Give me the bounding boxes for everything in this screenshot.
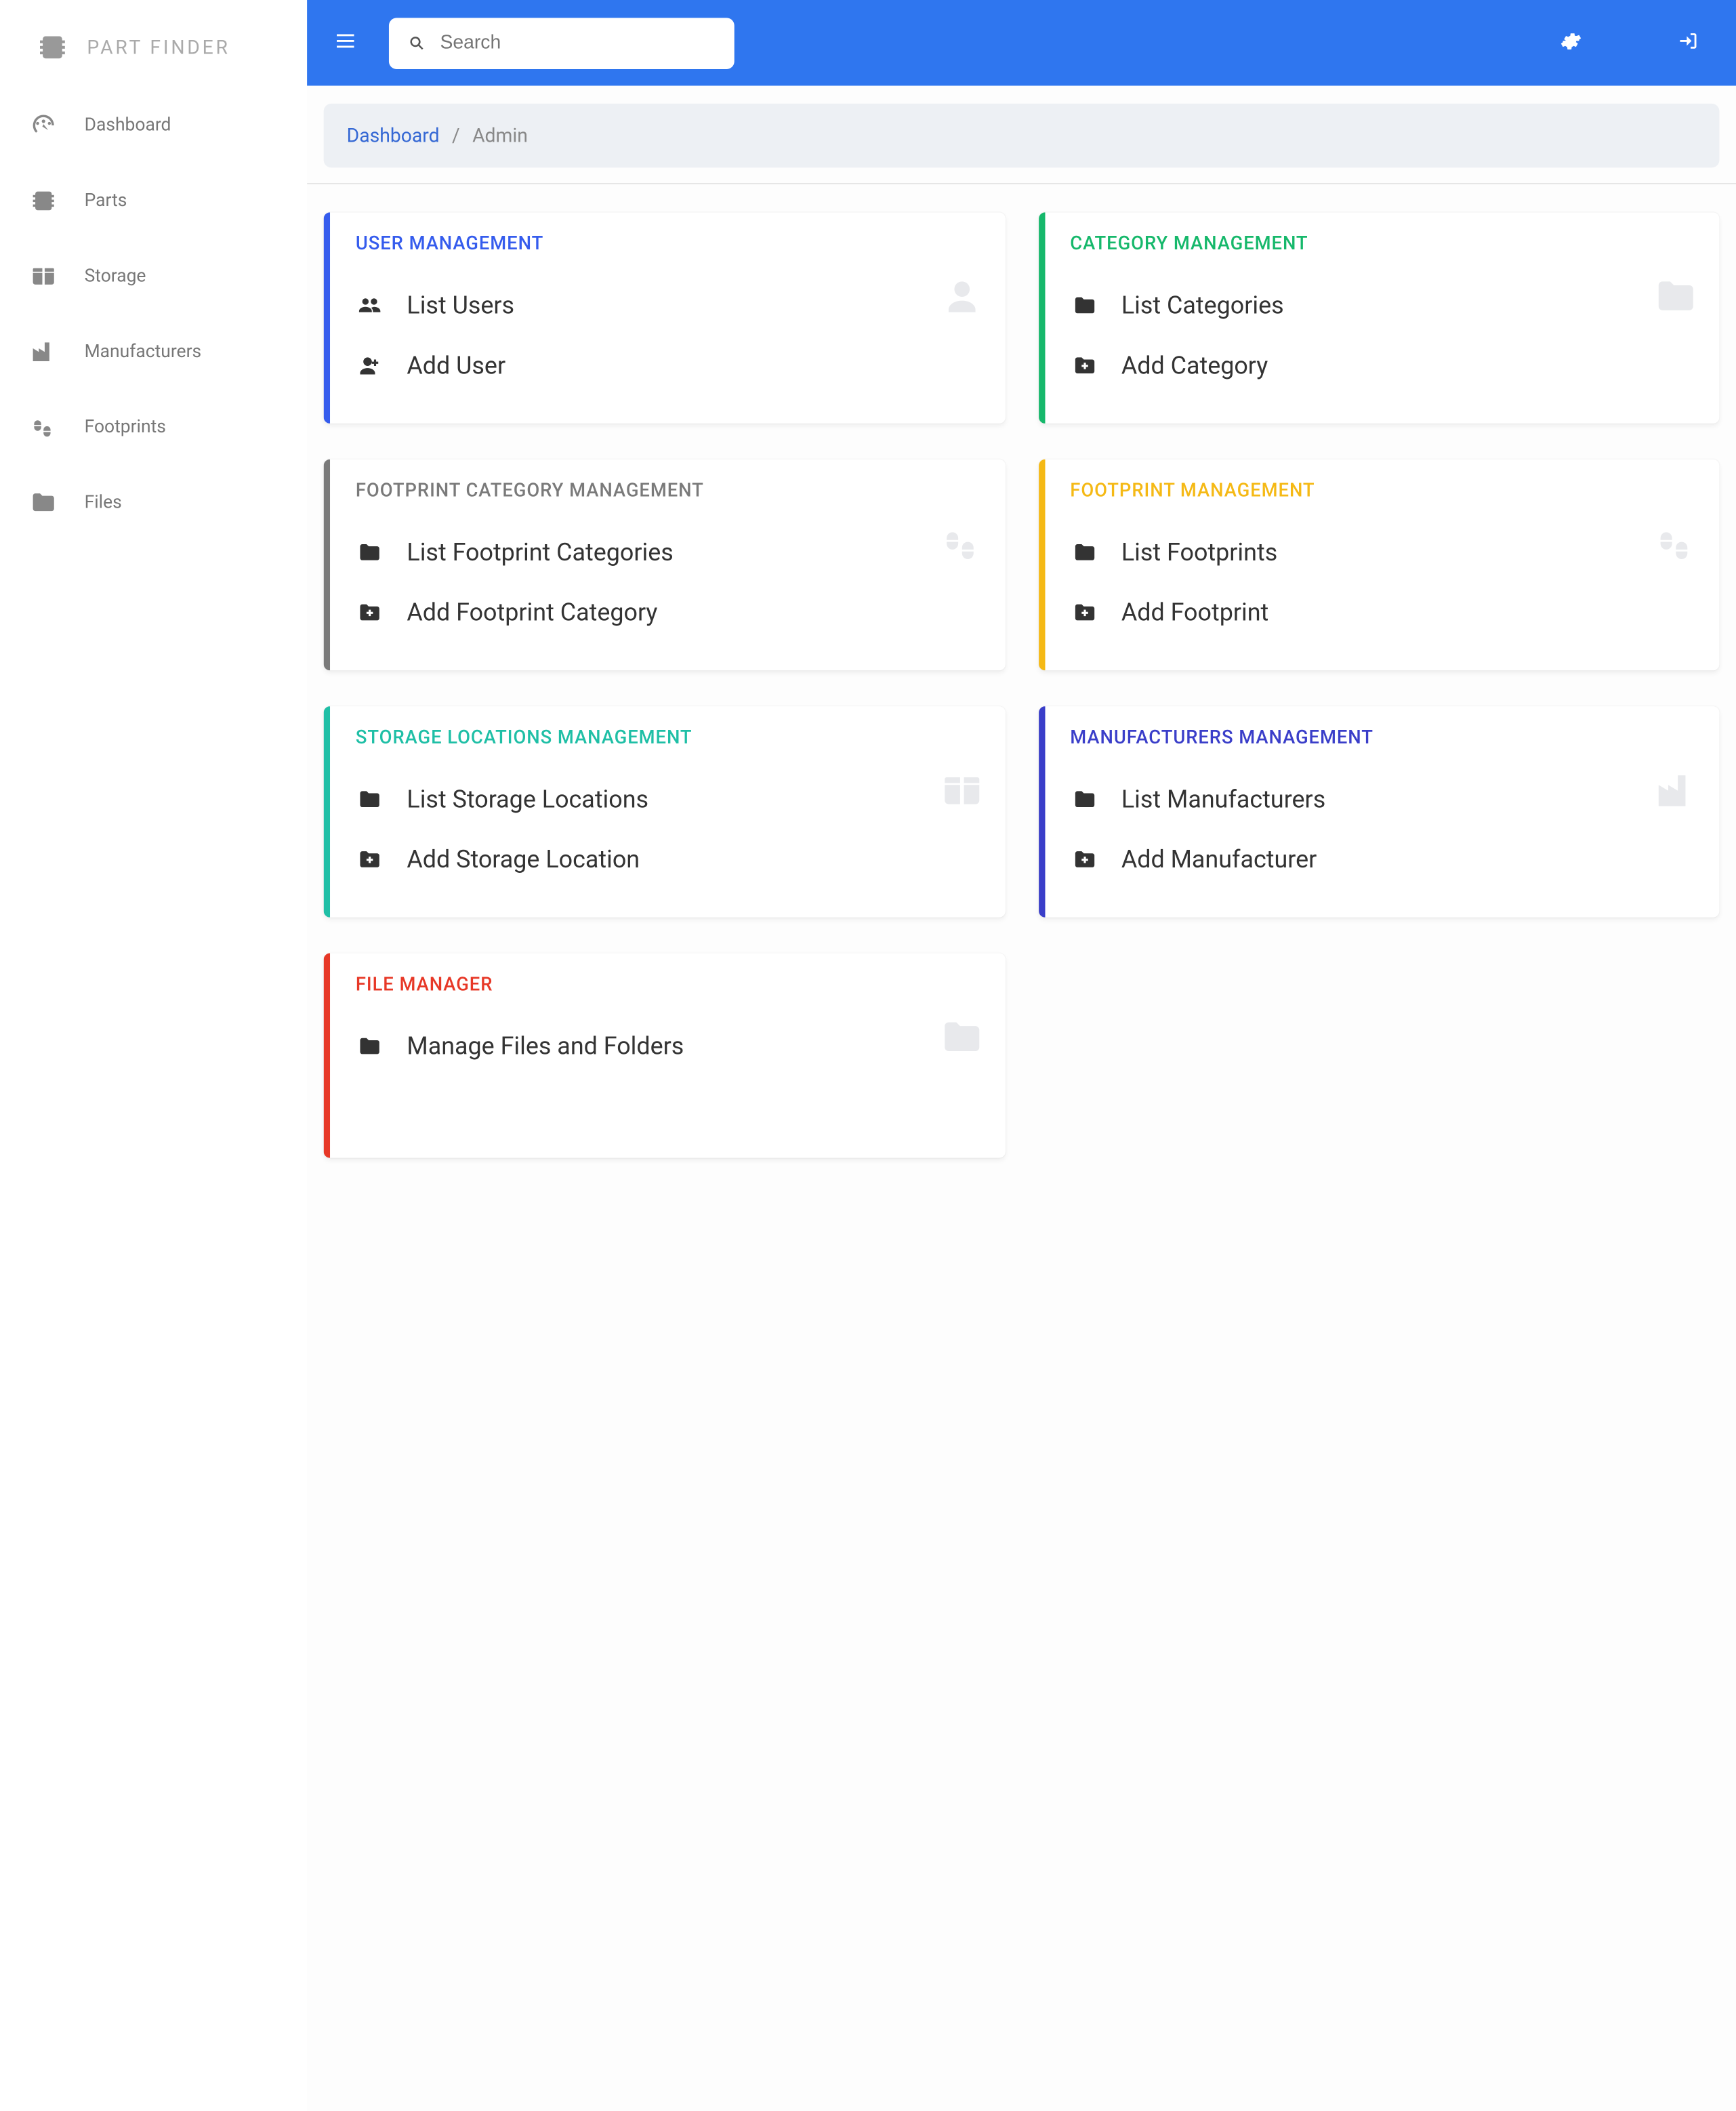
bars-icon xyxy=(333,28,358,52)
folder-icon xyxy=(938,1014,985,1061)
card-title: USER MANAGEMENT xyxy=(356,233,979,255)
breadcrumb-separator: / xyxy=(452,124,460,147)
link-list-manufacturers[interactable]: List Manufacturers xyxy=(1070,769,1693,829)
link-list-categories[interactable]: List Categories xyxy=(1070,275,1693,335)
gauge-icon xyxy=(29,110,58,139)
card-link-label: Manage Files and Folders xyxy=(407,1031,684,1061)
search-icon xyxy=(407,33,427,53)
card-title: CATEGORY MANAGEMENT xyxy=(1070,233,1693,255)
folder-icon xyxy=(357,786,383,812)
link-add-user[interactable]: Add User xyxy=(356,335,979,396)
sidebar-item-label: Parts xyxy=(85,190,127,210)
link-list-storage-locations[interactable]: List Storage Locations xyxy=(356,769,979,829)
card-title: MANUFACTURERS MANAGEMENT xyxy=(1070,726,1693,748)
gear-icon xyxy=(1559,28,1582,52)
folder-plus-icon xyxy=(1071,600,1097,626)
card-footprint-category-management: FOOTPRINT CATEGORY MANAGEMENT List Footpr… xyxy=(324,459,1005,671)
search-input[interactable] xyxy=(440,32,716,54)
card-title: FOOTPRINT MANAGEMENT xyxy=(1070,480,1693,501)
card-link-label: Add Category xyxy=(1121,350,1268,380)
folder-icon xyxy=(29,488,58,516)
folder-icon xyxy=(1653,274,1699,320)
card-title: FILE MANAGER xyxy=(356,974,979,996)
user-icon xyxy=(938,274,985,320)
card-category-management: CATEGORY MANAGEMENT List Categories Add Ca… xyxy=(1038,212,1719,424)
footprints-icon xyxy=(938,520,985,567)
folder-icon xyxy=(1071,786,1097,812)
users-icon xyxy=(357,292,383,318)
box-icon xyxy=(29,262,58,290)
sidebar-item-label: Footprints xyxy=(85,417,166,437)
folder-plus-icon xyxy=(1071,846,1097,872)
brand-name: PART FINDER xyxy=(87,36,230,59)
folder-icon xyxy=(357,1033,383,1059)
sidebar-item-storage[interactable]: Storage xyxy=(0,238,307,313)
card-link-label: List Categories xyxy=(1121,291,1284,320)
divider xyxy=(307,183,1736,184)
sidebar-item-files[interactable]: Files xyxy=(0,464,307,539)
link-add-footprint[interactable]: Add Footprint xyxy=(1070,582,1693,642)
sidebar: PART FINDER Dashboard Parts Storage Manufac… xyxy=(0,0,307,2111)
folder-icon xyxy=(1071,539,1097,565)
card-link-label: List Users xyxy=(407,291,514,320)
link-add-category[interactable]: Add Category xyxy=(1070,335,1693,396)
topbar xyxy=(307,0,1736,85)
logout-button[interactable] xyxy=(1667,28,1710,57)
card-manufacturers-management: MANUFACTURERS MANAGEMENT List Manufacture… xyxy=(1038,706,1719,918)
folder-plus-icon xyxy=(1071,352,1097,378)
link-manage-files-and-folders[interactable]: Manage Files and Folders xyxy=(356,1016,979,1076)
sidebar-item-dashboard[interactable]: Dashboard xyxy=(0,87,307,162)
card-link-label: List Manufacturers xyxy=(1121,784,1325,813)
card-storage-locations-management: STORAGE LOCATIONS MANAGEMENT List Storage… xyxy=(324,706,1005,918)
chip-icon xyxy=(29,186,58,215)
folder-plus-icon xyxy=(357,846,383,872)
link-list-footprints[interactable]: List Footprints xyxy=(1070,522,1693,582)
brand-logo[interactable]: PART FINDER xyxy=(0,13,307,87)
user-plus-icon xyxy=(357,352,383,378)
card-footprint-management: FOOTPRINT MANAGEMENT List Footprints Add F… xyxy=(1038,459,1719,671)
search-box[interactable] xyxy=(389,17,735,68)
card-title: FOOTPRINT CATEGORY MANAGEMENT xyxy=(356,480,979,501)
logout-icon xyxy=(1677,28,1700,52)
folder-icon xyxy=(1071,292,1097,318)
sidebar-item-manufacturers[interactable]: Manufacturers xyxy=(0,314,307,389)
breadcrumb-current: Admin xyxy=(472,124,528,147)
sidebar-item-footprints[interactable]: Footprints xyxy=(0,389,307,464)
link-add-manufacturer[interactable]: Add Manufacturer xyxy=(1070,829,1693,889)
card-link-label: List Footprints xyxy=(1121,537,1277,567)
card-link-label: Add Footprint Category xyxy=(407,598,657,627)
chip-icon xyxy=(36,30,69,64)
sidebar-item-label: Storage xyxy=(85,266,146,286)
box-icon xyxy=(938,768,985,814)
sidebar-item-label: Files xyxy=(85,492,122,512)
folder-icon xyxy=(357,539,383,565)
menu-toggle-button[interactable] xyxy=(333,28,358,57)
card-user-management: USER MANAGEMENT List Users Add User xyxy=(324,212,1005,424)
footprints-icon xyxy=(29,413,58,441)
card-link-label: Add User xyxy=(407,350,505,380)
footprints-icon xyxy=(1653,520,1699,567)
card-title: STORAGE LOCATIONS MANAGEMENT xyxy=(356,726,979,748)
sidebar-item-parts[interactable]: Parts xyxy=(0,163,307,238)
settings-button[interactable] xyxy=(1549,28,1592,57)
factory-icon xyxy=(1653,768,1699,814)
card-link-label: Add Storage Location xyxy=(407,844,640,874)
link-list-users[interactable]: List Users xyxy=(356,275,979,335)
link-list-footprint-categories[interactable]: List Footprint Categories xyxy=(356,522,979,582)
breadcrumb: Dashboard / Admin xyxy=(324,104,1720,167)
sidebar-item-label: Manufacturers xyxy=(85,341,202,361)
card-link-label: Add Manufacturer xyxy=(1121,844,1317,874)
link-add-footprint-category[interactable]: Add Footprint Category xyxy=(356,582,979,642)
card-link-label: Add Footprint xyxy=(1121,598,1268,627)
link-add-storage-location[interactable]: Add Storage Location xyxy=(356,829,979,889)
factory-icon xyxy=(29,337,58,365)
card-file-manager: FILE MANAGER Manage Files and Folders xyxy=(324,954,1005,1158)
card-link-label: List Storage Locations xyxy=(407,784,648,813)
breadcrumb-root-link[interactable]: Dashboard xyxy=(347,124,440,147)
card-link-label: List Footprint Categories xyxy=(407,537,673,567)
folder-plus-icon xyxy=(357,600,383,626)
sidebar-item-label: Dashboard xyxy=(85,115,171,135)
